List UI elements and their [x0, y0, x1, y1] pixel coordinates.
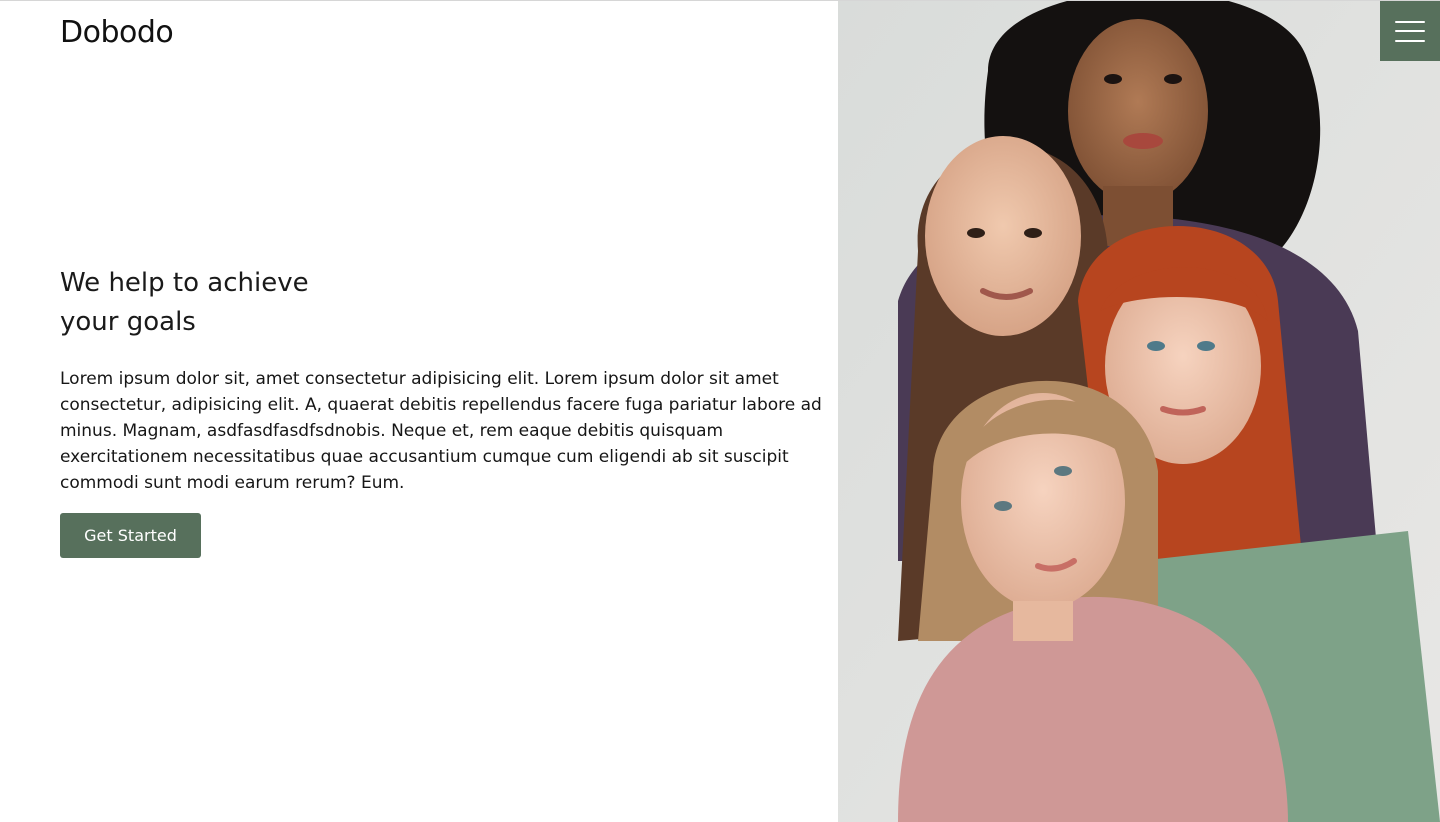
hamburger-menu-button[interactable]	[1380, 1, 1440, 61]
brand-logo[interactable]: Dobodo	[60, 15, 174, 50]
menu-bar	[1395, 20, 1425, 23]
hamburger-menu-icon	[1395, 20, 1425, 42]
landing-page: Dobodo We help to achieve your goals Lor…	[0, 0, 1440, 822]
hero-text-block: We help to achieve your goals Lorem ipsu…	[60, 264, 850, 496]
hero-headline-line2: your goals	[60, 307, 196, 337]
get-started-button[interactable]: Get Started	[60, 513, 201, 558]
hero-headline-line1: We help to achieve	[60, 268, 309, 298]
hero-description: Lorem ipsum dolor sit, amet consectetur …	[60, 369, 822, 493]
menu-bar	[1395, 39, 1425, 42]
hero-image	[838, 1, 1440, 822]
menu-bar	[1395, 30, 1425, 32]
hero-image-illustration	[838, 1, 1440, 822]
hero-headline: We help to achieve your goals	[60, 264, 850, 342]
